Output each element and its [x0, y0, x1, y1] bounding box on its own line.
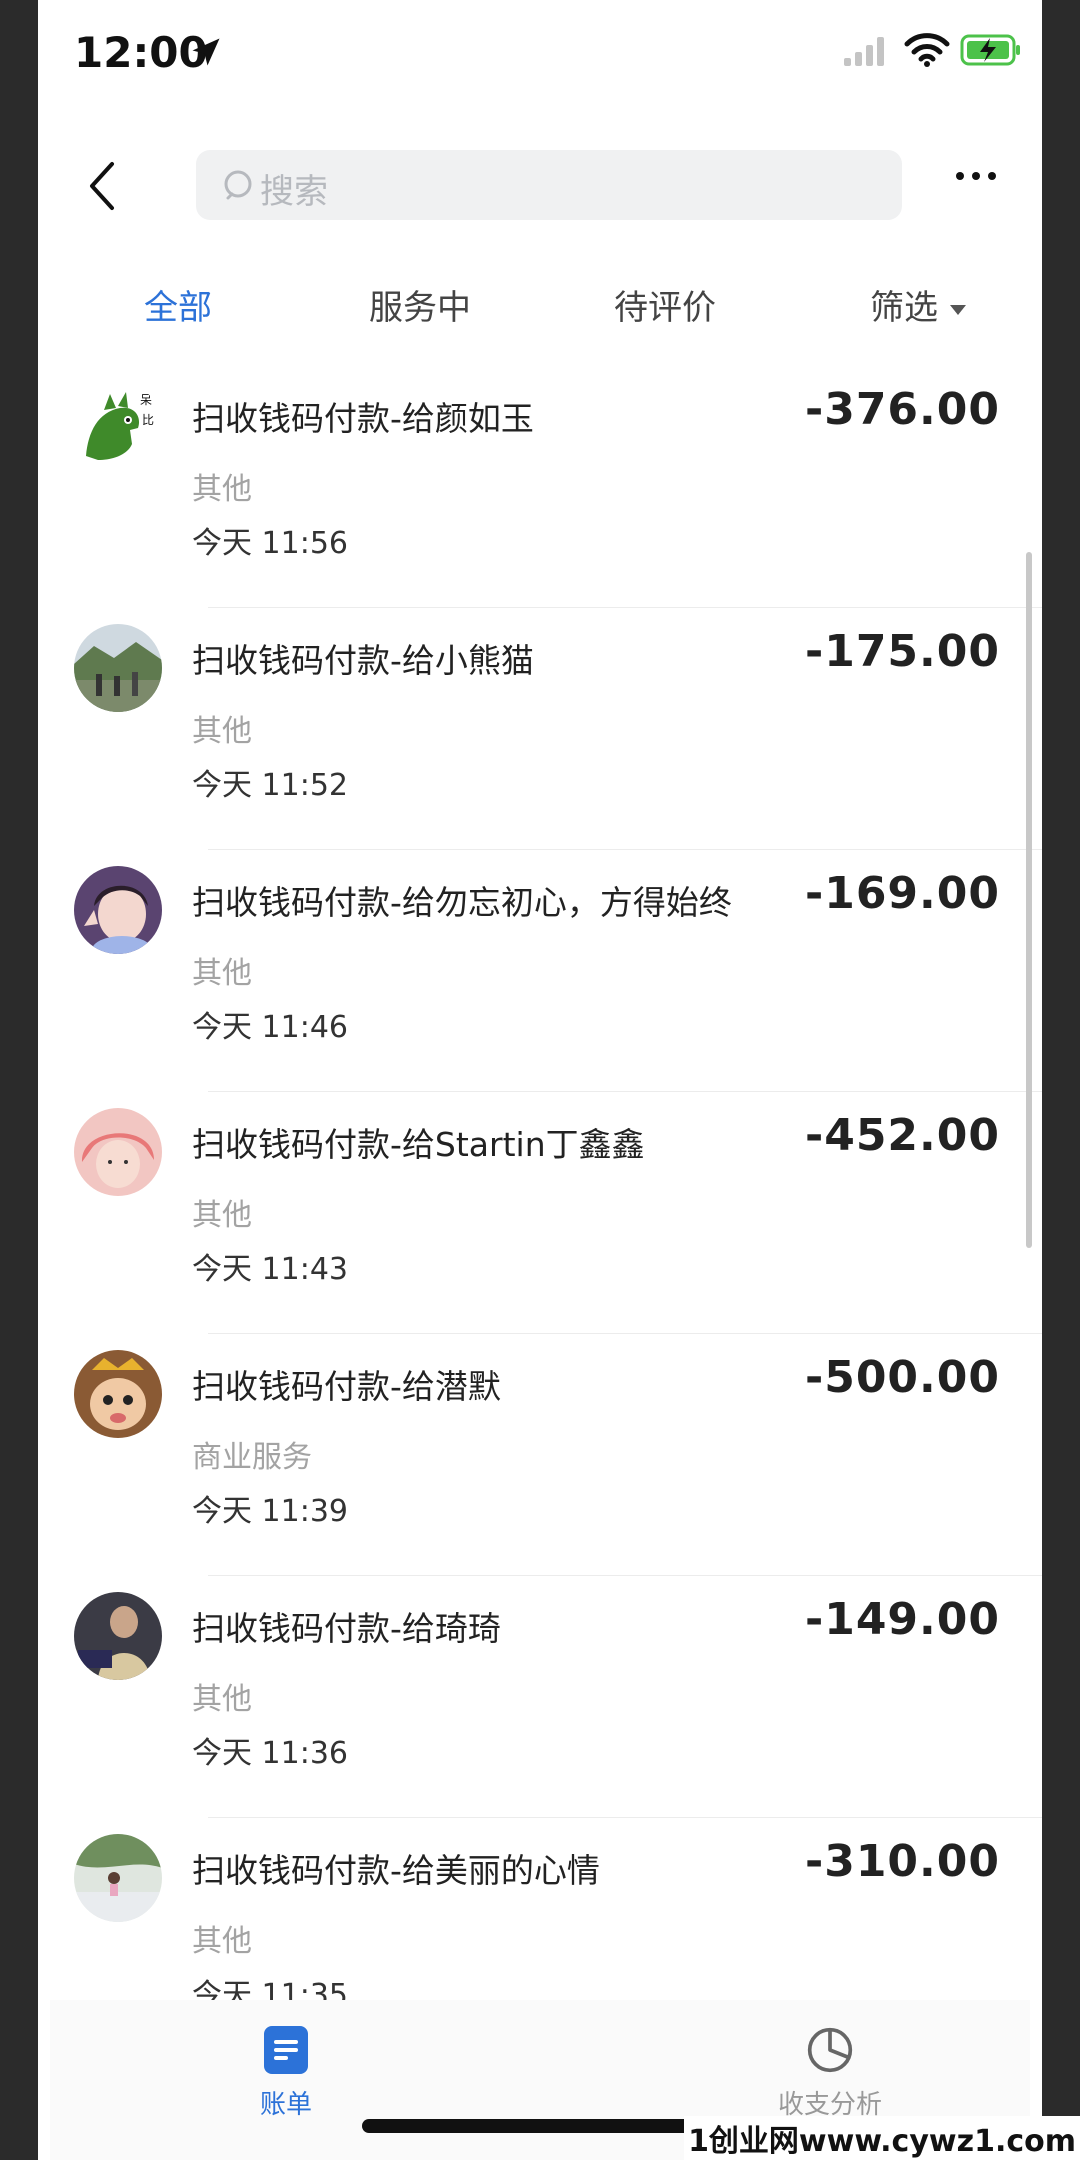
transaction-amount: -175.00: [804, 626, 1000, 677]
transaction-title: 扫收钱码付款-给Startin丁鑫鑫: [192, 1125, 645, 1164]
transaction-row[interactable]: 扫收钱码付款-给勿忘初心，方得始终 其他 今天 11:46 -169.00: [38, 850, 1042, 1092]
transaction-time: 今天 11:52: [192, 768, 348, 803]
transaction-category: 其他: [192, 956, 252, 991]
transaction-title: 扫收钱码付款-给潜默: [192, 1367, 501, 1406]
dinosaur-avatar-icon: 呆 比: [74, 382, 162, 470]
transaction-category: 商业服务: [192, 1440, 312, 1475]
transaction-row[interactable]: 呆 比 扫收钱码付款-给颜如玉 其他 今天 11:56 -376.00: [38, 366, 1042, 608]
avatar: [74, 1592, 162, 1680]
transaction-time: 今天 11:43: [192, 1252, 348, 1287]
avatar: [74, 1108, 162, 1196]
transaction-amount: -500.00: [804, 1352, 1000, 1403]
transaction-amount: -376.00: [804, 384, 1000, 435]
tab-analysis[interactable]: 收支分析: [730, 2024, 930, 2121]
tab-bill-label: 账单: [259, 2090, 312, 2120]
location-arrow-icon: [192, 38, 220, 66]
transaction-amount: -310.00: [804, 1836, 1000, 1887]
svg-text:比: 比: [142, 413, 154, 427]
monkey-avatar-icon: [74, 1350, 162, 1438]
status-bar: 12:00: [38, 0, 1042, 110]
battery-charging-icon: [960, 34, 1020, 66]
nav-bar: 搜索: [38, 140, 1042, 230]
search-icon: [224, 170, 252, 200]
back-chevron-icon[interactable]: [82, 158, 122, 214]
transaction-category: 其他: [192, 1682, 252, 1717]
bill-icon: [264, 2026, 308, 2074]
more-options-icon[interactable]: [954, 166, 998, 186]
search-placeholder: 搜索: [260, 172, 328, 212]
transaction-title: 扫收钱码付款-给小熊猫: [192, 641, 534, 680]
transaction-row[interactable]: 扫收钱码付款-给琦琦 其他 今天 11:36 -149.00: [38, 1576, 1042, 1818]
search-input[interactable]: 搜索: [196, 150, 902, 220]
transaction-time: 今天 11:36: [192, 1736, 348, 1771]
avatar: 呆 比: [74, 382, 162, 470]
pie-chart-icon: [807, 2027, 853, 2073]
transaction-title: 扫收钱码付款-给琦琦: [192, 1609, 501, 1648]
filter-tabs: 全部 服务中 待评价 筛选: [38, 270, 1042, 350]
transaction-amount: -149.00: [804, 1594, 1000, 1645]
watermark-text: 1创业网www.cywz1.com: [684, 2116, 1080, 2160]
transaction-row[interactable]: 扫收钱码付款-给小熊猫 其他 今天 11:52 -175.00: [38, 608, 1042, 850]
transaction-time: 今天 11:39: [192, 1494, 348, 1529]
tab-filter[interactable]: 筛选: [870, 280, 966, 329]
tab-bill[interactable]: 账单: [186, 2024, 386, 2121]
landscape-photo-avatar: [74, 624, 162, 712]
tab-pending-review[interactable]: 待评价: [614, 280, 716, 329]
transaction-category: 其他: [192, 1924, 252, 1959]
transaction-row[interactable]: 扫收钱码付款-给Startin丁鑫鑫 其他 今天 11:43 -452.00: [38, 1092, 1042, 1334]
transaction-amount: -452.00: [804, 1110, 1000, 1161]
dropdown-arrow-icon: [950, 304, 966, 315]
portrait-photo-avatar: [74, 1592, 162, 1680]
cellular-signal-icon: [844, 37, 884, 66]
tab-all[interactable]: 全部: [144, 280, 212, 329]
transaction-row[interactable]: 扫收钱码付款-给潜默 商业服务 今天 11:39 -500.00: [38, 1334, 1042, 1576]
avatar: [74, 1834, 162, 1922]
wifi-icon: [904, 33, 950, 67]
tab-filter-label: 筛选: [870, 288, 938, 328]
avatar: [74, 624, 162, 712]
transaction-title: 扫收钱码付款-给颜如玉: [192, 399, 534, 438]
portrait-photo-avatar: [74, 1108, 162, 1196]
transaction-category: 其他: [192, 472, 252, 507]
transaction-time: 今天 11:56: [192, 526, 348, 561]
transaction-category: 其他: [192, 1198, 252, 1233]
outdoor-photo-avatar: [74, 1834, 162, 1922]
transaction-title: 扫收钱码付款-给勿忘初心，方得始终: [192, 883, 732, 922]
tab-in-service[interactable]: 服务中: [369, 280, 471, 329]
scrollbar[interactable]: [1026, 552, 1032, 1248]
phone-screen: 12:00 搜索 全部 服务中 待评价 筛选 呆 比 扫收钱码付款-给颜如玉 其…: [38, 0, 1042, 2160]
svg-text:呆: 呆: [140, 393, 152, 407]
transaction-amount: -169.00: [804, 868, 1000, 919]
avatar: [74, 1350, 162, 1438]
home-indicator[interactable]: [362, 2119, 720, 2133]
transaction-time: 今天 11:46: [192, 1010, 348, 1045]
transaction-title: 扫收钱码付款-给美丽的心情: [192, 1851, 600, 1890]
portrait-photo-avatar: [74, 866, 162, 954]
avatar: [74, 866, 162, 954]
transaction-category: 其他: [192, 714, 252, 749]
